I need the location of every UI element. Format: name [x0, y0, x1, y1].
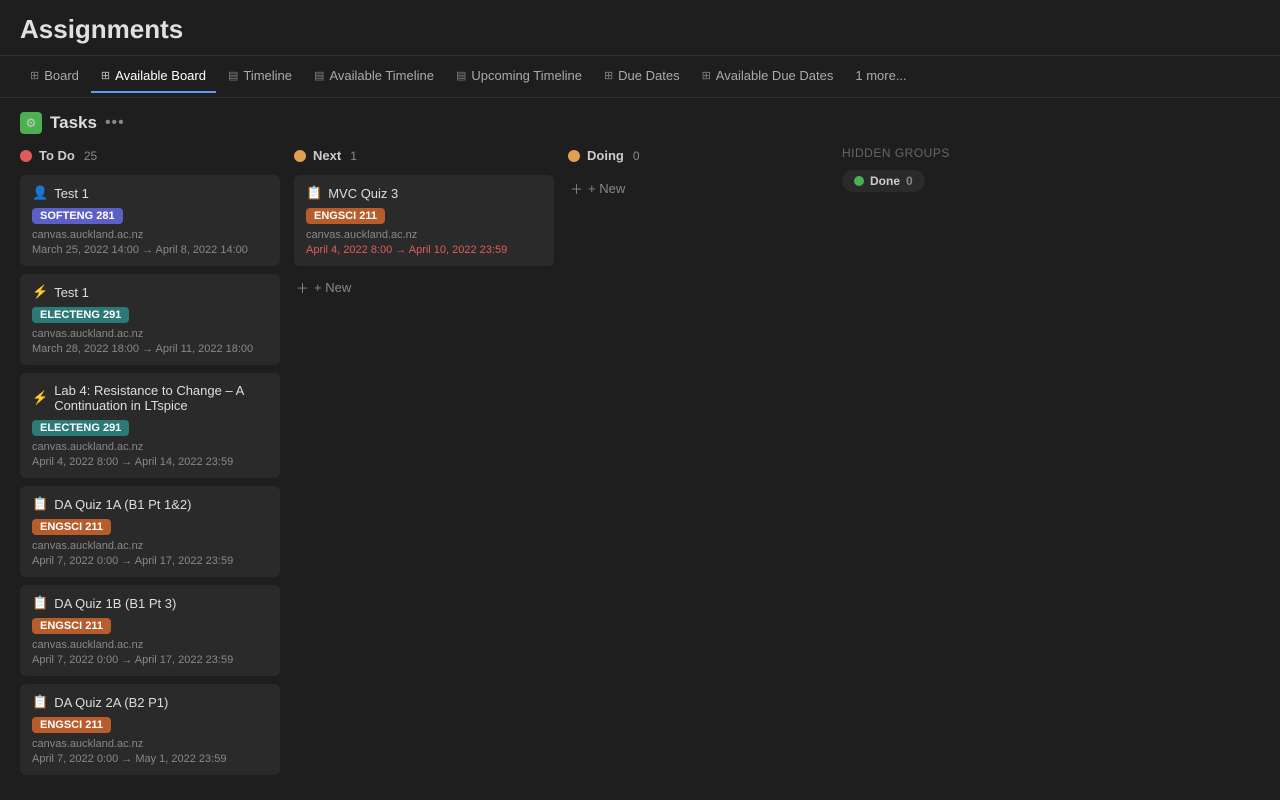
- next-new-button[interactable]: ＋ + New: [294, 274, 554, 301]
- card-icon-quiz2a: 📋: [32, 694, 48, 710]
- hidden-groups-label: Hidden groups: [842, 146, 1002, 160]
- board-icon: ⊞: [30, 69, 39, 82]
- page-title: Assignments: [20, 14, 1260, 45]
- card-icon-person: 👤: [32, 185, 48, 201]
- tasks-icon: ⚙: [20, 112, 42, 134]
- tab-timeline[interactable]: ▤ Timeline: [218, 60, 302, 93]
- todo-dot: [20, 150, 32, 162]
- card-dates: April 7, 2022 0:00 → April 17, 2022 23:5…: [32, 654, 268, 666]
- tag-electeng291: ELECTENG 291: [32, 307, 129, 323]
- card-test1-electeng[interactable]: ⚡ Test 1 ELECTENG 291 canvas.auckland.ac…: [20, 274, 280, 365]
- done-dot: [854, 176, 864, 186]
- column-todo: To Do 25 👤 Test 1 SOFTENG 281 canvas.auc…: [20, 146, 280, 783]
- board-title-row: ⚙ Tasks •••: [20, 112, 1260, 134]
- available-timeline-icon: ▤: [314, 69, 324, 82]
- due-dates-icon: ⊞: [604, 69, 613, 82]
- card-dates: April 4, 2022 8:00 → April 14, 2022 23:5…: [32, 456, 268, 468]
- card-dates: March 25, 2022 14:00 → April 8, 2022 14:…: [32, 244, 268, 256]
- card-test1-softeng[interactable]: 👤 Test 1 SOFTENG 281 canvas.auckland.ac.…: [20, 175, 280, 266]
- tag-engsci211-3: ENGSCI 211: [32, 717, 111, 733]
- tab-available-due-dates[interactable]: ⊞ Available Due Dates: [692, 60, 844, 93]
- tab-available-board[interactable]: ⊞ Available Board: [91, 60, 216, 93]
- column-doing: Doing 0 ＋ + New: [568, 146, 828, 202]
- tag-electeng291-2: ELECTENG 291: [32, 420, 129, 436]
- todo-count: 25: [84, 149, 97, 163]
- page-header: Assignments: [0, 0, 1280, 56]
- card-lab4-electeng[interactable]: ⚡ Lab 4: Resistance to Change – A Contin…: [20, 373, 280, 478]
- available-board-icon: ⊞: [101, 69, 110, 82]
- column-header-next: Next 1: [294, 146, 554, 165]
- column-header-doing: Doing 0: [568, 146, 828, 165]
- tab-available-timeline[interactable]: ▤ Available Timeline: [304, 60, 444, 93]
- available-due-dates-icon: ⊞: [702, 69, 711, 82]
- doing-dot: [568, 150, 580, 162]
- plus-icon: ＋: [296, 278, 309, 297]
- card-title: DA Quiz 1A (B1 Pt 1&2): [54, 497, 191, 512]
- board-section: ⚙ Tasks ••• To Do 25 👤 Test 1 SOFTENG 28…: [0, 98, 1280, 783]
- card-domain: canvas.auckland.ac.nz: [32, 540, 268, 552]
- card-dates: April 7, 2022 0:00 → April 17, 2022 23:5…: [32, 555, 268, 567]
- todo-label: To Do: [39, 148, 75, 163]
- card-daquiz2a[interactable]: 📋 DA Quiz 2A (B2 P1) ENGSCI 211 canvas.a…: [20, 684, 280, 775]
- card-icon-quiz1a: 📋: [32, 496, 48, 512]
- tab-upcoming-timeline[interactable]: ▤ Upcoming Timeline: [446, 60, 592, 93]
- card-domain: canvas.auckland.ac.nz: [32, 229, 268, 241]
- done-count: 0: [906, 174, 913, 188]
- card-domain: canvas.auckland.ac.nz: [32, 738, 268, 750]
- doing-new-button[interactable]: ＋ + New: [568, 175, 828, 202]
- board-options-button[interactable]: •••: [105, 114, 125, 132]
- card-title: MVC Quiz 3: [328, 186, 398, 201]
- tag-engsci211-next: ENGSCI 211: [306, 208, 385, 224]
- card-icon-quiz3: 📋: [306, 185, 322, 201]
- card-dates: March 28, 2022 18:00 → April 11, 2022 18…: [32, 343, 268, 355]
- card-daquiz1b[interactable]: 📋 DA Quiz 1B (B1 Pt 3) ENGSCI 211 canvas…: [20, 585, 280, 676]
- card-icon-bolt2: ⚡: [32, 390, 48, 406]
- card-mvcquiz3[interactable]: 📋 MVC Quiz 3 ENGSCI 211 canvas.auckland.…: [294, 175, 554, 266]
- next-label: Next: [313, 148, 341, 163]
- plus-icon-doing: ＋: [570, 179, 583, 198]
- card-daquiz1a[interactable]: 📋 DA Quiz 1A (B1 Pt 1&2) ENGSCI 211 canv…: [20, 486, 280, 577]
- upcoming-timeline-icon: ▤: [456, 69, 466, 82]
- column-next: Next 1 📋 MVC Quiz 3 ENGSCI 211 canvas.au…: [294, 146, 554, 301]
- tag-softeng281: SOFTENG 281: [32, 208, 123, 224]
- doing-label: Doing: [587, 148, 624, 163]
- card-domain: canvas.auckland.ac.nz: [306, 229, 542, 241]
- next-dot: [294, 150, 306, 162]
- tab-board[interactable]: ⊞ Board: [20, 60, 89, 93]
- timeline-icon: ▤: [228, 69, 238, 82]
- card-title: Lab 4: Resistance to Change – A Continua…: [54, 383, 268, 413]
- card-domain: canvas.auckland.ac.nz: [32, 639, 268, 651]
- tab-due-dates[interactable]: ⊞ Due Dates: [594, 60, 690, 93]
- done-label: Done: [870, 174, 900, 188]
- card-title: Test 1: [54, 186, 89, 201]
- card-title: Test 1: [54, 285, 89, 300]
- card-dates-overdue: April 4, 2022 8:00 → April 10, 2022 23:5…: [306, 244, 542, 256]
- board-title: Tasks: [50, 113, 97, 133]
- card-title: DA Quiz 2A (B2 P1): [54, 695, 168, 710]
- next-count: 1: [350, 149, 357, 163]
- card-domain: canvas.auckland.ac.nz: [32, 441, 268, 453]
- card-title: DA Quiz 1B (B1 Pt 3): [54, 596, 176, 611]
- doing-count: 0: [633, 149, 640, 163]
- columns-container: To Do 25 👤 Test 1 SOFTENG 281 canvas.auc…: [20, 146, 1260, 783]
- hidden-groups: Hidden groups Done 0: [842, 146, 1002, 192]
- card-icon-bolt: ⚡: [32, 284, 48, 300]
- tabs-bar: ⊞ Board ⊞ Available Board ▤ Timeline ▤ A…: [0, 56, 1280, 98]
- done-pill[interactable]: Done 0: [842, 170, 925, 192]
- tag-engsci211-1: ENGSCI 211: [32, 519, 111, 535]
- column-header-todo: To Do 25: [20, 146, 280, 165]
- tag-engsci211-2: ENGSCI 211: [32, 618, 111, 634]
- card-domain: canvas.auckland.ac.nz: [32, 328, 268, 340]
- card-icon-quiz1b: 📋: [32, 595, 48, 611]
- tab-more[interactable]: 1 more...: [845, 60, 916, 93]
- card-dates: April 7, 2022 0:00 → May 1, 2022 23:59: [32, 753, 268, 765]
